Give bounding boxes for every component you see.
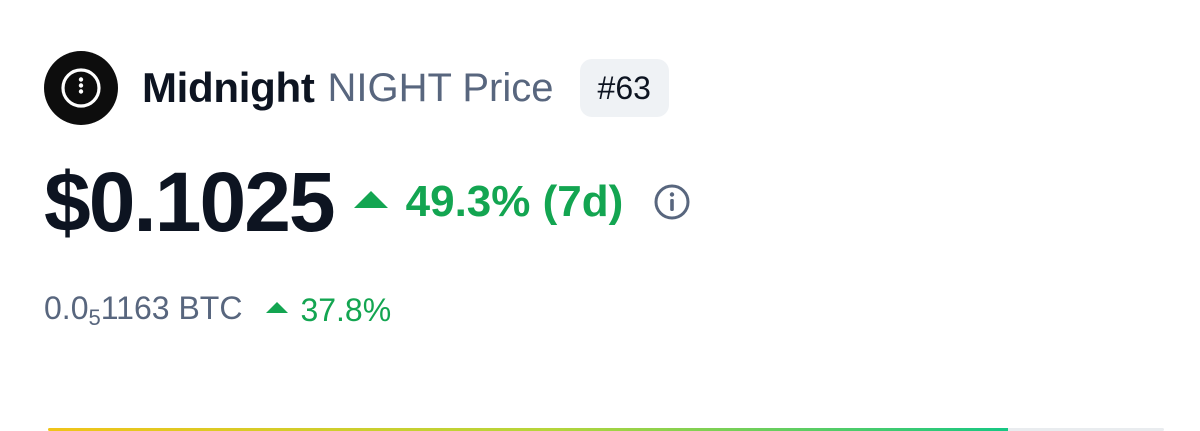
usd-price: $0.1025 [44,154,336,249]
caret-up-icon [353,190,388,208]
coin-title-row: Midnight NIGHT Price #63 [44,50,669,126]
rank-badge: #63 [579,59,669,117]
btc-change: 37.8% [266,292,391,329]
price-row: $0.1025 49.3% (7d) [44,150,691,254]
btc-price: 0.051163 BTC [44,290,242,331]
btc-change-value: 37.8% [300,291,392,328]
info-icon[interactable] [653,183,691,221]
price-change-7d: 49.3% (7d) [353,177,624,227]
btc-price-digits: 1163 [100,289,170,326]
caret-up-small-icon [266,301,289,313]
btc-price-zero-count: 5 [88,304,101,330]
btc-price-unit: BTC [169,289,243,326]
coin-price-header: Midnight NIGHT Price #63 $0.1025 49.3% (… [0,0,1200,431]
midnight-logo-icon [44,51,118,125]
price-change-7d-value: 49.3% (7d) [405,177,624,226]
btc-price-row: 0.051163 BTC 37.8% [44,288,391,332]
btc-price-prefix: 0.0 [44,289,89,326]
coin-name: Midnight [142,64,315,111]
coin-symbol-label: NIGHT Price [327,65,554,110]
